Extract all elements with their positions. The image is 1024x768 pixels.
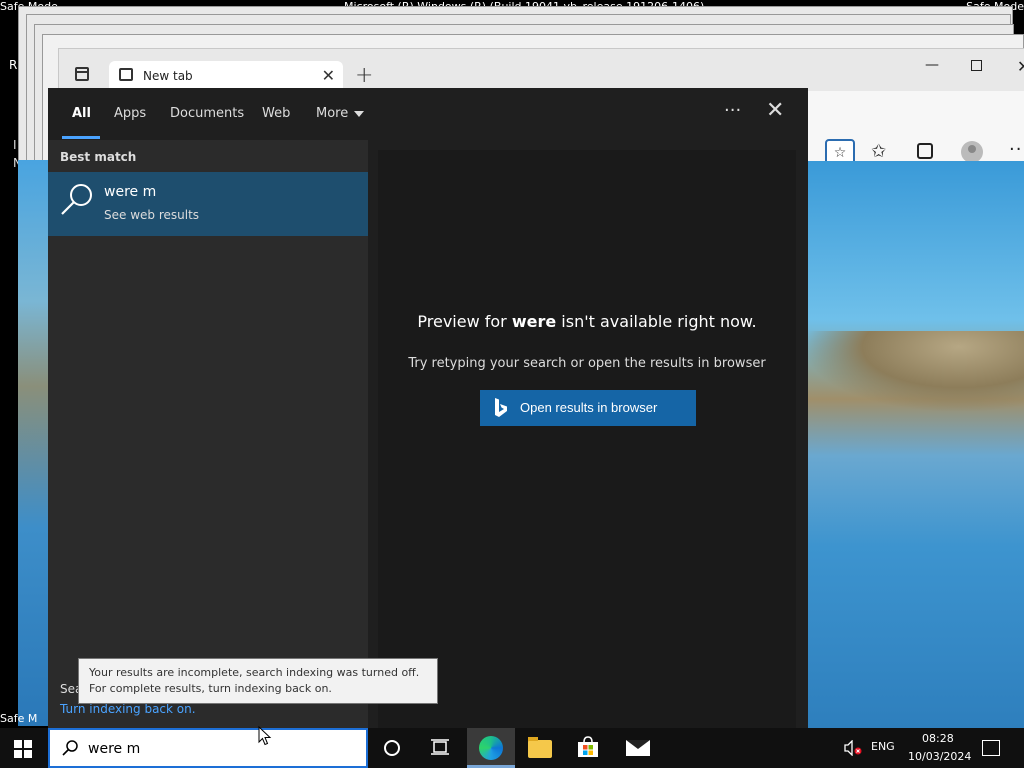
profile-avatar-icon[interactable] [961, 141, 983, 163]
windows-logo-icon[interactable] [14, 740, 32, 758]
notification-icon[interactable] [982, 740, 1000, 756]
new-tab-button[interactable]: + [355, 63, 373, 88]
taskbar: ENG 08:28 10/03/2024 [0, 728, 1024, 768]
preview-prefix: Preview for [417, 312, 512, 331]
bing-icon [495, 398, 507, 417]
search-input[interactable] [88, 738, 348, 760]
close-search-button[interactable]: ✕ [766, 98, 784, 123]
close-window-button[interactable]: ✕ [1017, 57, 1024, 76]
options-ellipsis-button[interactable]: ··· [724, 100, 741, 121]
windows-logo-tile [14, 750, 22, 758]
minimize-button[interactable]: — [925, 57, 939, 73]
tab-title: New tab [143, 69, 193, 83]
tab-strip: New tab ✕ + — ✕ [59, 49, 1024, 91]
file-explorer-icon[interactable] [528, 737, 552, 758]
results-list: Best match were m See web results Sea Tu… [48, 140, 368, 728]
search-icon [62, 740, 78, 756]
volume-muted-icon[interactable] [844, 740, 862, 756]
best-match-result[interactable]: were m See web results [48, 172, 368, 236]
best-match-heading: Best match [60, 150, 137, 164]
wallpaper-hill [807, 331, 1024, 411]
scope-tab-web[interactable]: Web [262, 106, 290, 121]
open-results-in-browser-button[interactable]: Open results in browser [480, 390, 696, 426]
preview-suffix: isn't available right now. [556, 312, 757, 331]
store-icon[interactable] [577, 736, 599, 758]
cortana-icon[interactable] [384, 740, 400, 756]
taskbar-search-box[interactable] [48, 728, 368, 768]
chevron-down-icon [354, 110, 365, 117]
mouse-cursor-icon [258, 726, 272, 746]
collections-icon[interactable] [917, 143, 933, 159]
mail-icon[interactable] [626, 740, 650, 756]
scope-tab-documents[interactable]: Documents [170, 106, 244, 121]
windows-logo-tile [24, 750, 32, 758]
input-language-indicator[interactable]: ENG [871, 740, 895, 753]
indexing-tooltip: Your results are incomplete, search inde… [78, 658, 438, 704]
edge-taskbar-button[interactable] [467, 728, 515, 768]
search-icon [61, 184, 92, 215]
preview-pane: Preview for were isn't available right n… [378, 150, 796, 728]
wallpaper-strip-left [18, 160, 48, 726]
clock-date[interactable]: 10/03/2024 [908, 750, 971, 763]
scope-more-label: More [316, 106, 349, 121]
settings-more-icon[interactable]: ··· [1009, 139, 1024, 160]
tab-close-icon[interactable]: ✕ [322, 66, 335, 85]
safe-mode-label-bottom-left: Safe M [0, 712, 38, 725]
desktop-wallpaper [807, 161, 1024, 728]
result-subtitle: See web results [104, 208, 200, 222]
start-search-panel: All Apps Documents Web More ··· ✕ Best m… [48, 88, 808, 728]
browser-tab-new-tab[interactable]: New tab ✕ [109, 61, 343, 91]
preview-message: Preview for were isn't available right n… [378, 312, 796, 331]
windows-logo-tile [14, 740, 22, 748]
task-view-icon[interactable] [431, 739, 449, 755]
clock-time[interactable]: 08:28 [922, 732, 954, 745]
maximize-button[interactable] [971, 60, 982, 71]
search-scope-bar: All Apps Documents Web More ··· ✕ [48, 88, 808, 140]
result-title: were m [104, 184, 157, 200]
open-results-button-label: Open results in browser [520, 400, 658, 415]
preview-hint: Try retyping your search or open the res… [408, 356, 766, 371]
scope-tab-all[interactable]: All [72, 106, 91, 121]
turn-indexing-on-link[interactable]: Turn indexing back on. [60, 702, 196, 716]
desktop-fragment-i: I [13, 138, 17, 152]
tab-actions-icon[interactable] [75, 67, 89, 81]
windows-logo-tile [24, 740, 32, 748]
preview-term: were [511, 312, 557, 331]
edge-icon [479, 736, 503, 760]
new-tab-favicon-icon [119, 68, 133, 81]
scope-tab-more[interactable]: More [316, 106, 365, 121]
scope-tab-apps[interactable]: Apps [114, 106, 146, 121]
desktop-fragment-r: R [9, 58, 18, 72]
favorites-icon[interactable]: ✩ [871, 141, 886, 162]
scope-active-underline [62, 136, 100, 139]
